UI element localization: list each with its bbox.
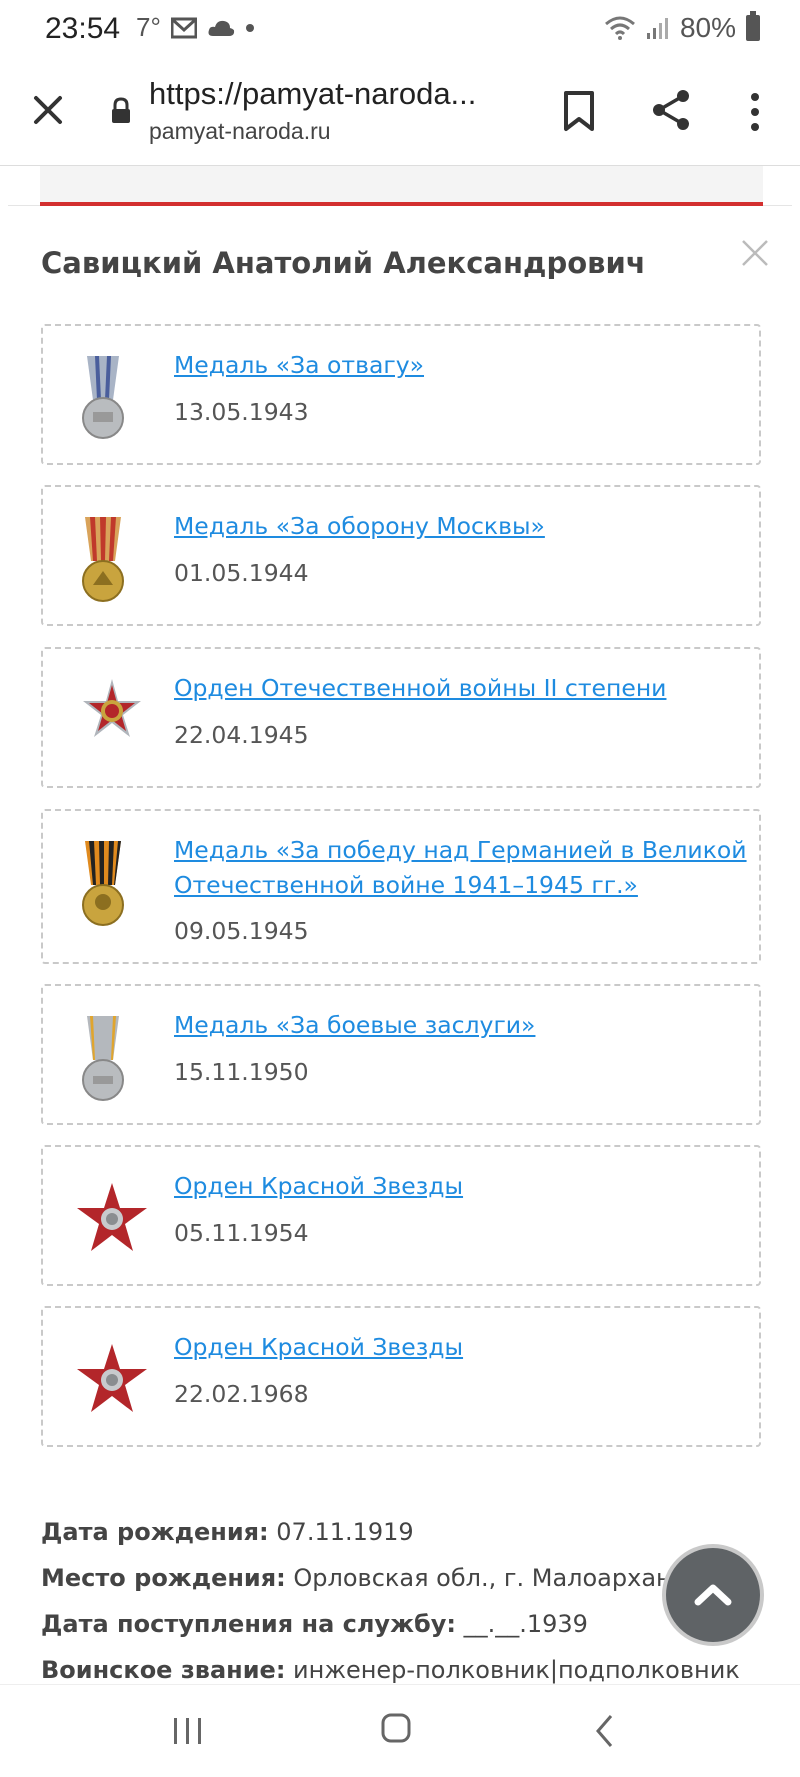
award-card: Орден Красной Звезды 22.02.1968 <box>41 1306 761 1447</box>
award-date: 22.02.1968 <box>174 1380 309 1408</box>
award-date: 01.05.1944 <box>174 559 309 587</box>
award-card: Медаль «За победу над Германией в Велико… <box>41 809 761 964</box>
birth-place-label: Место рождения: <box>41 1564 286 1592</box>
award-title-link[interactable]: Медаль «За боевые заслуги» <box>174 1008 754 1043</box>
award-title-link[interactable]: Орден Отечественной войны II степени <box>174 671 754 706</box>
medal-defense-moscow-icon <box>82 517 124 602</box>
service-start: Дата поступления на службу: __.__.1939 <box>41 1610 588 1638</box>
service-start-label: Дата поступления на службу: <box>41 1610 456 1638</box>
status-right: 80% <box>604 11 760 44</box>
rank-value: инженер-полковник|подполковник <box>285 1656 740 1684</box>
award-card: Медаль «За боевые заслуги» 15.11.1950 <box>41 984 761 1125</box>
medal-combat-merit-icon <box>82 1016 124 1101</box>
system-nav-bar <box>0 1684 800 1777</box>
bookmark-icon[interactable] <box>562 90 596 132</box>
award-title-link[interactable]: Медаль «За отвагу» <box>174 348 754 383</box>
award-card: Медаль «За отвагу» 13.05.1943 <box>41 324 761 465</box>
address-bar[interactable]: https://pamyat-naroda... pamyat-naroda.r… <box>110 76 530 145</box>
award-title-link[interactable]: Орден Красной Звезды <box>174 1169 754 1204</box>
url-domain[interactable]: pamyat-naroda.ru <box>149 118 530 145</box>
signal-icon <box>646 18 668 39</box>
person-name: Савицкий Анатолий Александрович <box>41 246 646 280</box>
battery-percent: 80% <box>679 12 736 43</box>
award-card: Орден Красной Звезды 05.11.1954 <box>41 1145 761 1286</box>
medal-victory-germany-icon <box>82 841 124 926</box>
medal-bravery-icon <box>82 356 124 439</box>
gmail-icon <box>170 17 197 38</box>
close-tab-icon[interactable] <box>28 90 68 130</box>
award-date: 05.11.1954 <box>174 1219 309 1247</box>
url-text[interactable]: https://pamyat-naroda... <box>149 76 530 112</box>
award-title-link[interactable]: Медаль «За оборону Москвы» <box>174 509 754 544</box>
order-red-star-icon <box>77 1344 147 1412</box>
birth-date-value: 07.11.1919 <box>268 1518 414 1546</box>
wifi-icon <box>604 16 635 40</box>
home-icon[interactable] <box>380 1712 412 1744</box>
back-icon[interactable] <box>594 1713 614 1749</box>
status-time: 23:54 <box>45 12 121 45</box>
award-date: 22.04.1945 <box>174 721 309 749</box>
scroll-to-top-button[interactable] <box>666 1548 760 1642</box>
battery-icon <box>746 11 760 41</box>
more-options-icon[interactable] <box>740 90 770 134</box>
award-card: Медаль «За оборону Москвы» 01.05.1944 <box>41 485 761 626</box>
recent-apps-icon[interactable] <box>172 1715 204 1747</box>
birth-place: Место рождения: Орловская обл., г. Малоа… <box>41 1564 756 1592</box>
birth-date-label: Дата рождения: <box>41 1518 269 1546</box>
award-title-link[interactable]: Медаль «За победу над Германией в Велико… <box>174 833 754 903</box>
military-rank: Воинское звание: инженер-полковник|подпо… <box>41 1656 740 1684</box>
order-patriotic-war-icon <box>83 679 141 737</box>
header-strip <box>40 166 763 206</box>
status-bar: 23:54 7° 80% <box>0 0 800 60</box>
award-date: 09.05.1945 <box>174 917 309 945</box>
service-start-value: __.__.1939 <box>455 1610 588 1638</box>
birth-date: Дата рождения: 07.11.1919 <box>41 1518 414 1546</box>
status-left-icons: 7° <box>136 12 255 43</box>
award-title-link[interactable]: Орден Красной Звезды <box>174 1330 754 1365</box>
award-date: 15.11.1950 <box>174 1058 309 1086</box>
rank-label: Воинское звание: <box>41 1656 286 1684</box>
share-icon[interactable] <box>650 88 692 132</box>
close-icon[interactable] <box>740 238 770 268</box>
cloud-icon <box>208 20 235 36</box>
award-card: Орден Отечественной войны II степени 22.… <box>41 647 761 788</box>
award-date: 13.05.1943 <box>174 398 309 426</box>
order-red-star-icon <box>77 1183 147 1251</box>
temperature-text: 7° <box>136 12 161 42</box>
chevron-up-icon <box>694 1584 732 1606</box>
browser-toolbar: https://pamyat-naroda... pamyat-naroda.r… <box>0 60 800 166</box>
dot-icon <box>245 23 254 32</box>
